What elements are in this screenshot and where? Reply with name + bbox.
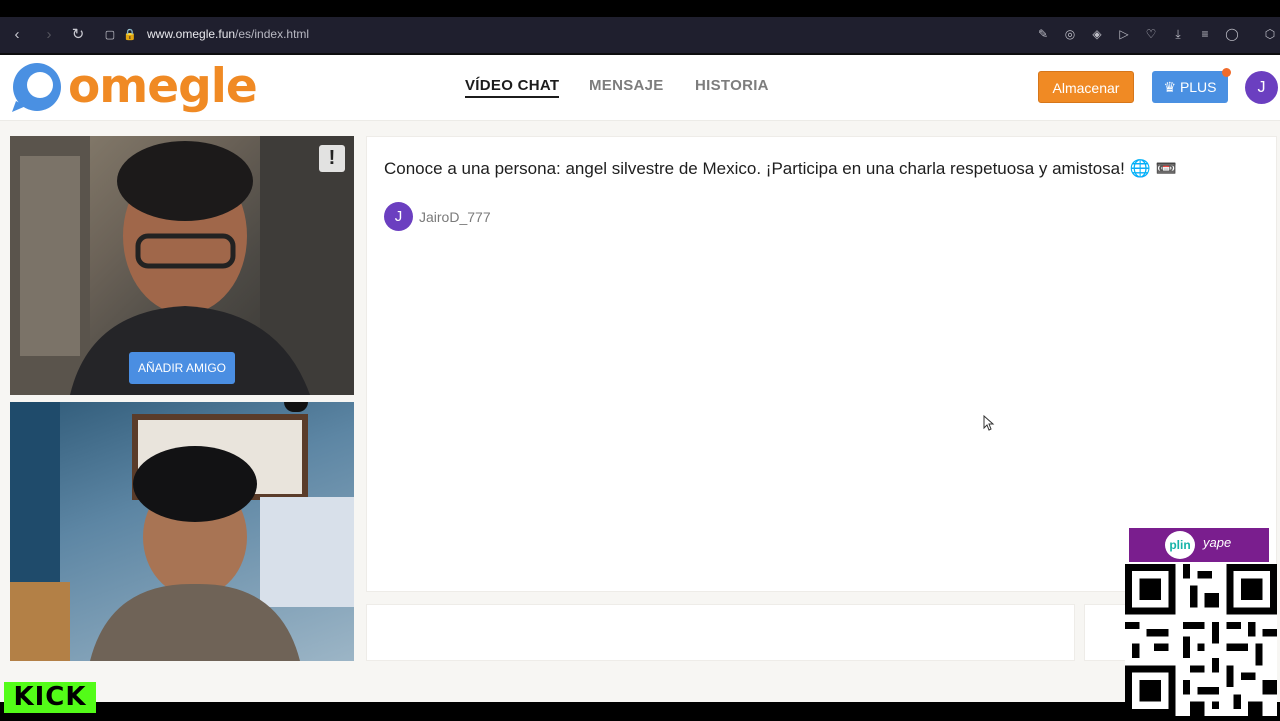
crown-icon: ♛ [1163,79,1180,95]
chat-user-row: J JairoD_777 [384,202,491,231]
qr-code-image [1125,564,1277,716]
payment-banner: plin yape [1129,528,1269,562]
menu-icon[interactable]: ≡ [1197,26,1213,42]
forward-icon[interactable]: › [40,26,58,44]
play-icon[interactable]: ▷ [1116,26,1132,42]
screenshot-icon[interactable]: ◎ [1062,26,1078,42]
notification-dot [1222,68,1231,77]
nav-historia[interactable]: HISTORIA [695,77,769,94]
browser-chrome: ‹ › ↻ ▢ 🔒 www.omegle.fun/es/index.html ✎… [0,0,1280,55]
stranger-video: ! AÑADIR AMIGO [10,136,354,395]
lock-icon[interactable]: 🔒 [121,26,139,44]
self-video-frame [10,402,354,661]
add-friend-button[interactable]: AÑADIR AMIGO [129,352,235,384]
browser-toolbar: ‹ › ↻ ▢ 🔒 www.omegle.fun/es/index.html ✎… [0,17,1280,53]
logo-text[interactable]: omegle [68,59,258,114]
back-icon[interactable]: ‹ [8,26,26,44]
page: omegle VÍDEO CHAT MENSAJE HISTORIA Almac… [0,55,1280,702]
shield-icon[interactable]: ◈ [1089,26,1105,42]
url-path: /es/index.html [235,27,310,41]
user-avatar[interactable]: J [1245,71,1278,104]
nav-video-chat[interactable]: VÍDEO CHAT [465,77,560,98]
heart-icon[interactable]: ♡ [1143,26,1159,42]
chat-username[interactable]: JairoD_777 [419,209,491,225]
chat-panel: Conoce a una persona: angel silvestre de… [366,136,1277,592]
address-bar[interactable]: www.omegle.fun/es/index.html [147,27,309,41]
qr-code [1125,564,1277,716]
system-message: Conoce a una persona: angel silvestre de… [384,159,1177,178]
store-button[interactable]: Almacenar [1038,71,1134,103]
url-domain: www.omegle.fun [147,27,236,41]
camera-permission-icon[interactable]: ▢ [101,26,119,44]
self-video [10,402,354,661]
plin-logo: plin [1165,531,1195,559]
message-input[interactable] [366,604,1075,661]
download-icon[interactable]: ⤓ [1170,26,1186,42]
plus-button[interactable]: ♛ PLUS [1152,71,1228,103]
yape-logo: yape [1203,535,1232,550]
nav-mensaje[interactable]: MENSAJE [589,77,664,94]
edit-icon[interactable]: ✎ [1035,26,1051,42]
chat-user-avatar[interactable]: J [384,202,413,231]
report-icon[interactable]: ! [319,145,345,172]
omegle-logo-icon[interactable] [10,61,64,113]
kick-logo: KICK [4,682,96,713]
extensions-icon[interactable]: ⬡ [1262,26,1278,42]
tab-strip [0,0,1280,17]
profile-icon[interactable]: ◯ [1224,26,1240,42]
site-header: omegle VÍDEO CHAT MENSAJE HISTORIA Almac… [0,55,1280,121]
plus-label: PLUS [1179,79,1217,95]
mouse-pointer-icon [983,415,995,431]
reload-icon[interactable]: ↻ [69,26,87,44]
